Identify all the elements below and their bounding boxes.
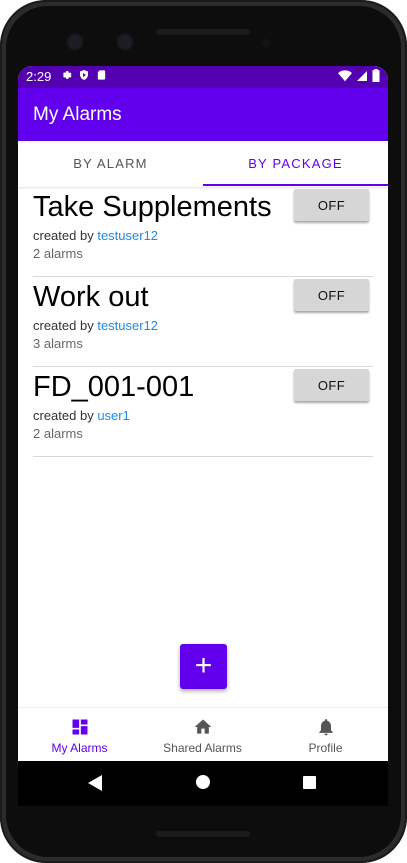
page-title: My Alarms [33,104,122,125]
alarm-count: 2 alarms [33,246,83,261]
nav-my-alarms[interactable]: My Alarms [18,708,141,762]
battery-icon [372,69,380,82]
creator-link[interactable]: testuser12 [97,318,158,333]
sd-card-icon [97,70,106,80]
tab-by-package[interactable]: BY PACKAGE [203,141,388,187]
list-item[interactable]: FD_001-001 created by user1 2 alarms OFF [33,367,373,457]
creator-link[interactable]: user1 [97,408,130,423]
play-protect-icon [80,70,88,80]
status-notification-icons [60,69,107,81]
bottom-speaker [155,829,251,837]
nav-label: My Alarms [51,741,108,755]
front-sensor [116,33,134,51]
created-by-line: created by testuser12 [33,318,158,333]
package-list: Take Supplements created by testuser12 2… [33,187,373,457]
toggle-off-button[interactable]: OFF [294,369,369,401]
package-title: Work out [33,281,149,313]
created-by-label: created by [33,228,94,243]
nav-label: Profile [308,741,343,755]
nav-profile[interactable]: Profile [264,708,387,762]
nav-label: Shared Alarms [163,741,242,755]
status-system-icons [338,69,380,82]
status-time: 2:29 [26,69,52,84]
tab-selected-indicator [203,184,388,186]
tab-by-alarm[interactable]: BY ALARM [18,141,203,187]
status-bar: 2:29 [18,66,388,88]
list-item[interactable]: Work out created by testuser12 3 alarms … [33,277,373,367]
app-bar: My Alarms [18,88,388,141]
home-icon [194,719,211,734]
toggle-off-button[interactable]: OFF [294,279,369,311]
signal-icon [357,70,367,81]
package-title: FD_001-001 [33,371,195,403]
settings-icon [62,71,72,79]
system-navigation-bar [18,761,388,806]
screen: 2:29 My Alarms BY ALARM BY PACKAGE Take … [18,66,388,806]
bottom-navigation: My Alarms Shared Alarms Profile [18,707,388,762]
list-item[interactable]: Take Supplements created by testuser12 2… [33,187,373,277]
dashboard-icon [72,719,87,735]
bell-icon [318,719,333,736]
wifi-icon [338,69,352,81]
creator-link[interactable]: testuser12 [97,228,158,243]
front-camera [66,33,84,51]
package-title: Take Supplements [33,191,272,223]
alarm-count: 2 alarms [33,426,83,441]
top-speaker [155,27,251,35]
device-frame: 2:29 My Alarms BY ALARM BY PACKAGE Take … [0,0,407,863]
created-by-line: created by user1 [33,408,130,423]
created-by-line: created by testuser12 [33,228,158,243]
created-by-label: created by [33,318,94,333]
alarm-count: 3 alarms [33,336,83,351]
created-by-label: created by [33,408,94,423]
tab-bar: BY ALARM BY PACKAGE [18,141,388,187]
proximity-sensor [260,37,272,49]
add-package-button[interactable]: + [180,644,227,689]
nav-shared-alarms[interactable]: Shared Alarms [141,708,264,762]
back-icon[interactable] [88,775,102,791]
recent-apps-icon[interactable] [303,776,316,789]
home-button-icon[interactable] [196,775,210,789]
toggle-off-button[interactable]: OFF [294,189,369,221]
